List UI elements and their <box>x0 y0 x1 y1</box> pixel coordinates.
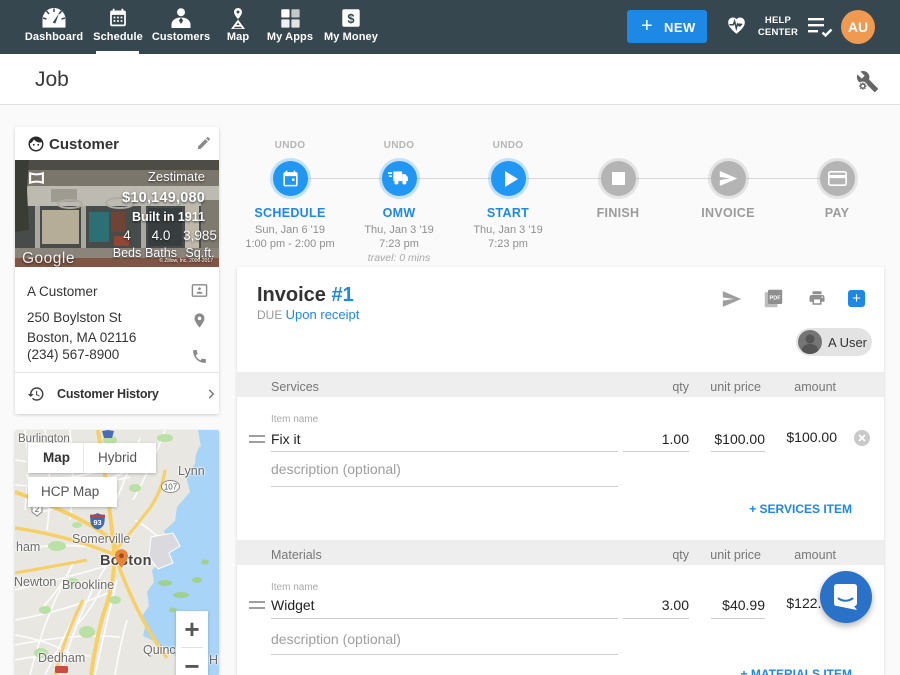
svg-text:PDF: PDF <box>770 295 782 301</box>
svg-text:107: 107 <box>164 483 178 492</box>
svg-text:$: $ <box>347 11 354 26</box>
svg-text:93: 93 <box>93 518 101 527</box>
